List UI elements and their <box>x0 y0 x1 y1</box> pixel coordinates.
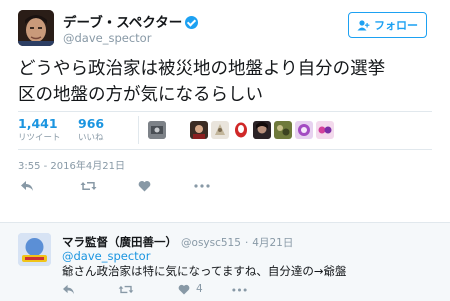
reply-separator: · <box>244 237 249 249</box>
author-name[interactable]: デーブ・スペクター <box>63 11 199 31</box>
tweet-text-line-1: どうやら政治家は被災地の地盤より自分の選挙 <box>18 59 386 79</box>
author-handle[interactable]: @dave_spector <box>63 31 151 45</box>
retweet-button[interactable] <box>80 180 97 192</box>
author-name-text[interactable]: デーブ・スペクター <box>63 15 182 31</box>
more-button[interactable] <box>194 184 210 188</box>
retweet-stat[interactable]: 1,441 リツイート <box>18 116 61 143</box>
retweet-label: リツイート <box>18 133 61 143</box>
divider <box>18 111 432 112</box>
reply-reply-button[interactable] <box>62 284 75 295</box>
liker-avatar[interactable] <box>190 121 208 139</box>
liker-avatar[interactable] <box>148 121 166 139</box>
divider <box>0 222 450 223</box>
liker-avatar[interactable] <box>232 121 250 139</box>
heart-icon <box>178 284 190 295</box>
like-label: いいね <box>78 133 104 143</box>
reply-more-button[interactable] <box>232 288 247 292</box>
author-avatar[interactable] <box>18 10 54 46</box>
reply-author-avatar[interactable] <box>18 233 51 266</box>
divider <box>18 149 432 150</box>
tweet-text-line-2: 区の地盤の方が気になるらしい <box>18 85 263 105</box>
like-count: 966 <box>78 116 105 131</box>
follow-label: フォロー <box>374 19 418 32</box>
reply-icon <box>21 181 33 191</box>
like-button[interactable] <box>138 180 151 192</box>
liker-avatar[interactable] <box>274 121 292 139</box>
reply-button[interactable] <box>20 180 34 192</box>
reply-author-name[interactable]: マラ監督（廣田善一） <box>62 235 177 249</box>
liker-avatar[interactable] <box>170 121 184 139</box>
retweet-count: 1,441 <box>18 116 58 131</box>
tweet-text: どうやら政治家は被災地の地盤より自分の選挙 区の地盤の方が気になるらしい <box>18 56 438 108</box>
retweet-icon <box>118 285 134 294</box>
reply-mention-link[interactable]: @dave_spector <box>62 249 150 263</box>
reply-text: 爺さん政治家は特に気になってますね、自分達の→爺盤 <box>62 264 347 278</box>
reply-like-button[interactable]: 4 <box>178 283 203 295</box>
reply-like-count: 4 <box>196 283 203 295</box>
like-stat[interactable]: 966 いいね <box>78 116 104 143</box>
reply-retweet-button[interactable] <box>118 284 134 295</box>
liker-avatar[interactable] <box>316 121 334 139</box>
heart-icon <box>138 180 151 192</box>
follow-button[interactable]: フォロー <box>348 12 427 38</box>
liker-avatar[interactable] <box>295 121 313 139</box>
verified-badge-icon <box>185 16 199 29</box>
reply-author-handle[interactable]: @osysc515 <box>181 237 241 249</box>
retweet-icon <box>80 182 97 190</box>
liker-avatar[interactable] <box>253 121 271 139</box>
more-icon <box>194 184 210 188</box>
person-add-icon <box>357 19 370 30</box>
stat-separator <box>138 116 139 144</box>
reply-icon <box>63 284 74 295</box>
more-icon <box>232 288 247 292</box>
reply-author[interactable]: マラ監督（廣田善一） @osysc515 · 4月21日 <box>62 234 293 250</box>
liker-avatar[interactable] <box>211 121 229 139</box>
tweet-timestamp[interactable]: 3:55 - 2016年4月21日 <box>18 157 125 172</box>
reply-date[interactable]: 4月21日 <box>252 237 293 249</box>
